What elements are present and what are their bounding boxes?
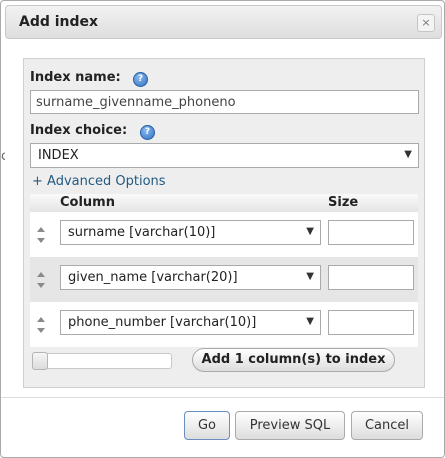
index-choice-select[interactable]: INDEX ▼ [30, 143, 419, 168]
dialog-title: Add index [19, 14, 99, 30]
help-icon[interactable]: ? [140, 125, 155, 140]
go-button[interactable]: Go [184, 411, 230, 440]
add-columns-button[interactable]: Add 1 column(s) to index [192, 348, 395, 372]
index-choice-label: Index choice: [30, 123, 128, 138]
drag-handle-icon[interactable] [36, 226, 46, 244]
column-count-slider[interactable] [32, 352, 172, 370]
chevron-down-icon: ▼ [404, 149, 412, 160]
add-index-dialog: c Add index × Index name: ? Index choice… [0, 0, 445, 458]
size-input[interactable] [328, 220, 414, 245]
help-icon[interactable]: ? [133, 72, 148, 87]
size-input[interactable] [328, 310, 414, 335]
table-row: surname [varchar(10)] ▼ [30, 212, 418, 257]
advanced-options-link[interactable]: + Advanced Options [32, 174, 166, 189]
column-select-value: surname [varchar(10)] [68, 225, 216, 240]
column-select[interactable]: given_name [varchar(20)] ▼ [60, 265, 321, 290]
close-icon[interactable]: × [417, 14, 435, 32]
column-select-value: given_name [varchar(20)] [68, 270, 238, 285]
index-name-input[interactable] [30, 90, 419, 114]
preview-sql-button[interactable]: Preview SQL [235, 411, 345, 440]
background-text-fragment: c [1, 149, 5, 163]
size-header: Size [328, 195, 359, 210]
cancel-button[interactable]: Cancel [351, 411, 423, 440]
size-input[interactable] [328, 265, 414, 290]
chevron-down-icon: ▼ [306, 316, 314, 327]
index-name-label: Index name: [30, 70, 121, 85]
chevron-down-icon: ▼ [306, 226, 314, 237]
dialog-titlebar[interactable]: Add index × [5, 5, 442, 39]
drag-handle-icon[interactable] [36, 271, 46, 289]
drag-handle-icon[interactable] [36, 316, 46, 334]
slider-handle[interactable] [32, 352, 48, 370]
columns-table-header: Column Size [30, 194, 418, 213]
footer-divider [1, 397, 444, 398]
column-select-value: phone_number [varchar(10)] [68, 315, 257, 330]
table-row: given_name [varchar(20)] ▼ [30, 257, 418, 302]
table-row: phone_number [varchar(10)] ▼ [30, 302, 418, 347]
index-choice-value: INDEX [38, 148, 79, 163]
column-select[interactable]: surname [varchar(10)] ▼ [60, 220, 321, 245]
chevron-down-icon: ▼ [306, 271, 314, 282]
column-select[interactable]: phone_number [varchar(10)] ▼ [60, 310, 321, 335]
index-settings-fieldset: Index name: ? Index choice: ? INDEX ▼ + … [23, 58, 425, 388]
column-header: Column [60, 195, 115, 210]
